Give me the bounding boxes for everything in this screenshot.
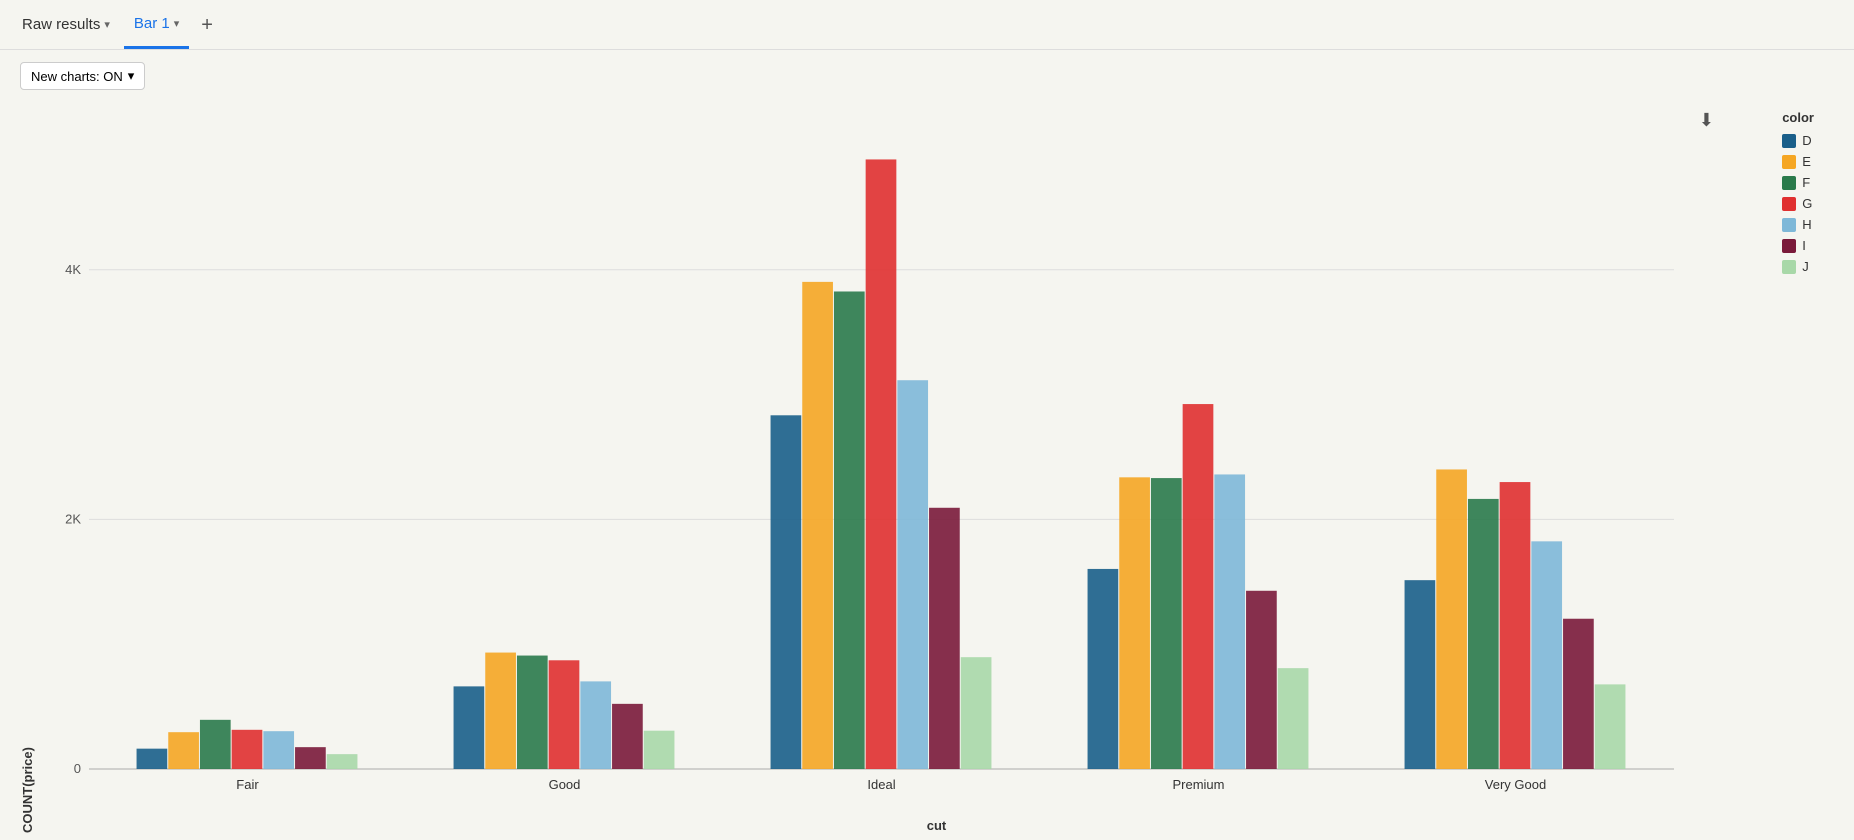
legend-swatch-J xyxy=(1782,260,1796,274)
legend-label-F: F xyxy=(1802,175,1810,190)
svg-text:Fair: Fair xyxy=(236,777,259,792)
chart-inner: 0 2K 4K Fair Good Ideal Premium Very Good cut xyxy=(39,100,1834,833)
tab-raw-results-label: Raw results xyxy=(22,16,100,33)
tab-bar1-label: Bar 1 xyxy=(134,15,170,32)
tab-bar1-chevron: ▾ xyxy=(174,17,180,30)
legend-label-D: D xyxy=(1802,133,1811,148)
legend-swatch-E xyxy=(1782,155,1796,169)
chart-svg-area: 0 2K 4K Fair Good Ideal Premium Very Good xyxy=(39,100,1834,814)
legend-swatch-G xyxy=(1782,197,1796,211)
legend-item-E: E xyxy=(1782,154,1814,169)
legend-item-H: H xyxy=(1782,217,1814,232)
svg-text:0: 0 xyxy=(74,761,81,776)
legend-item-I: I xyxy=(1782,238,1814,253)
legend-item-D: D xyxy=(1782,133,1814,148)
svg-text:Good: Good xyxy=(549,777,581,792)
legend-swatch-F xyxy=(1782,176,1796,190)
svg-text:Very Good: Very Good xyxy=(1485,777,1546,792)
legend-swatch-H xyxy=(1782,218,1796,232)
svg-text:4K: 4K xyxy=(65,262,81,277)
legend-label-E: E xyxy=(1802,154,1811,169)
new-charts-label: New charts: ON xyxy=(31,69,123,84)
legend-label-J: J xyxy=(1802,259,1809,274)
tab-bar1[interactable]: Bar 1 ▾ xyxy=(124,0,189,49)
legend-swatch-D xyxy=(1782,134,1796,148)
legend-item-F: F xyxy=(1782,175,1814,190)
legend-label-I: I xyxy=(1802,238,1806,253)
legend-swatch-I xyxy=(1782,239,1796,253)
tab-raw-results[interactable]: Raw results ▾ xyxy=(12,0,120,49)
svg-text:Ideal: Ideal xyxy=(867,777,895,792)
add-tab-button[interactable]: + xyxy=(193,15,221,35)
tab-raw-results-chevron: ▾ xyxy=(104,18,110,31)
download-button[interactable]: ⬇ xyxy=(1699,110,1714,131)
legend-item-G: G xyxy=(1782,196,1814,211)
legend-item-J: J xyxy=(1782,259,1814,274)
new-charts-chevron: ▾ xyxy=(128,68,135,84)
chart-area: New charts: ON ▾ COUNT(price) 0 2K 4K Fair G… xyxy=(0,50,1854,840)
x-axis-label: cut xyxy=(39,814,1834,833)
legend-label-H: H xyxy=(1802,217,1811,232)
new-charts-toggle[interactable]: New charts: ON ▾ xyxy=(20,62,145,90)
tab-bar: Raw results ▾ Bar 1 ▾ + xyxy=(0,0,1854,50)
svg-text:2K: 2K xyxy=(65,511,81,526)
legend-title: color xyxy=(1782,110,1814,125)
toolbar: New charts: ON ▾ xyxy=(20,62,1834,90)
chart-container: COUNT(price) 0 2K 4K Fair Good Ideal Premium Ve… xyxy=(20,100,1834,833)
legend-label-G: G xyxy=(1802,196,1812,211)
svg-text:Premium: Premium xyxy=(1172,777,1224,792)
y-axis-label: COUNT(price) xyxy=(20,100,35,833)
legend: color D E F G H I xyxy=(1782,110,1814,274)
